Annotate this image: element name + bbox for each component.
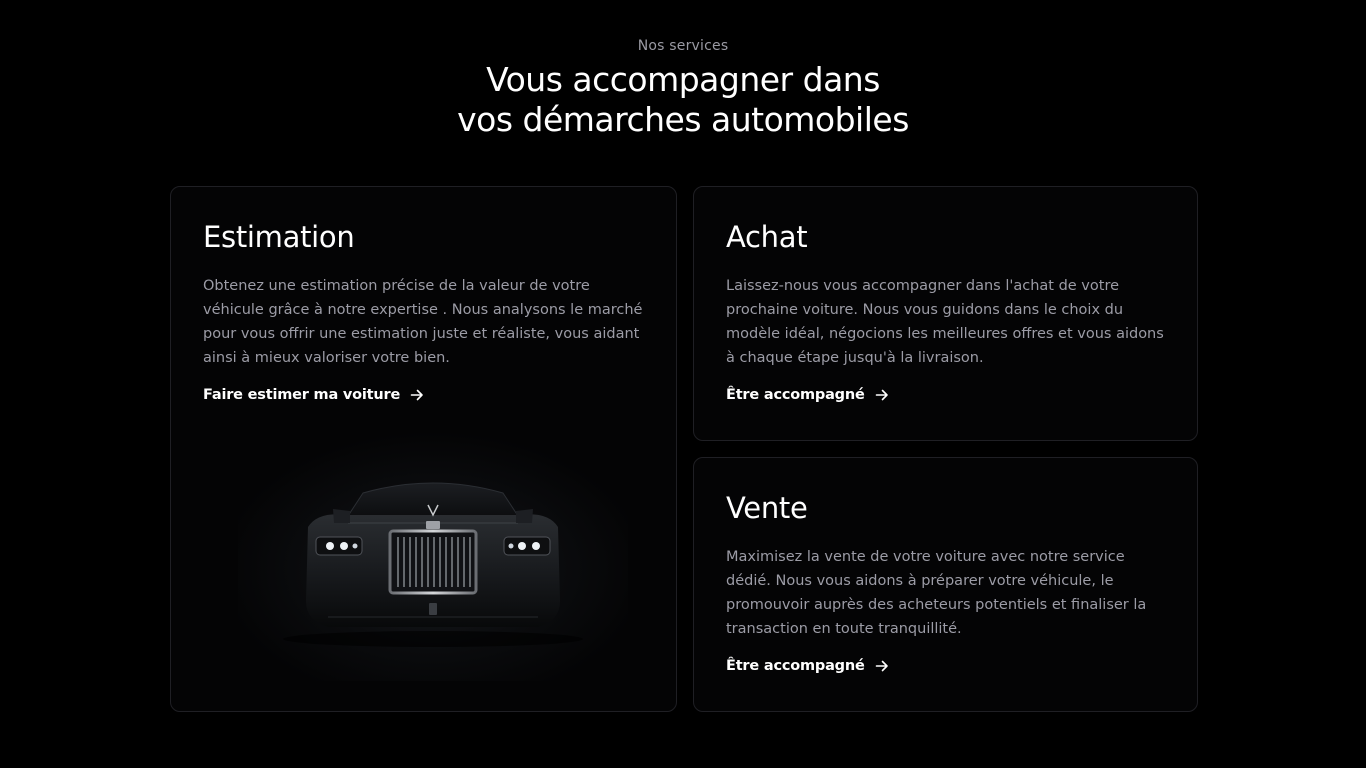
estimation-description: Obtenez une estimation précise de la val… (203, 278, 643, 366)
estimation-card: Estimation Obtenez une estimation précis… (170, 186, 677, 712)
estimation-link-label: Faire estimer ma voiture (203, 387, 401, 403)
arrow-right-icon (875, 660, 888, 672)
vente-link[interactable]: Être accompagné (726, 658, 889, 674)
section-eyebrow: Nos services (637, 38, 729, 54)
achat-link[interactable]: Être accompagné (726, 387, 889, 403)
section-title-line-1: Vous accompagner dans (486, 60, 880, 99)
vente-description: Maximisez la vente de votre voiture avec… (726, 549, 1147, 637)
section-title: Vous accompagner dans vos démarches auto… (0, 60, 1366, 140)
vente-link-label: Être accompagné (726, 658, 865, 674)
car-illustration (238, 431, 628, 681)
car-image (238, 431, 628, 681)
vente-card-content: Vente Maximisez la vente de votre voitur… (726, 488, 1167, 674)
achat-card: Achat Laissez-nous vous accompagner dans… (693, 186, 1198, 441)
achat-description: Laissez-nous vous accompagner dans l'ach… (726, 278, 1164, 366)
achat-title: Achat (726, 220, 808, 254)
estimation-link[interactable]: Faire estimer ma voiture (203, 387, 424, 403)
vente-card: Vente Maximisez la vente de votre voitur… (693, 457, 1198, 712)
arrow-right-icon (875, 389, 888, 401)
services-section: Nos services Vous accompagner dans vos d… (0, 0, 1366, 768)
estimation-title: Estimation (203, 220, 355, 254)
section-header: Nos services Vous accompagner dans vos d… (0, 36, 1366, 140)
arrow-right-icon (410, 389, 423, 401)
achat-link-label: Être accompagné (726, 387, 865, 403)
achat-card-content: Achat Laissez-nous vous accompagner dans… (726, 217, 1167, 403)
estimation-card-content: Estimation Obtenez une estimation précis… (203, 217, 646, 403)
section-title-line-2: vos démarches automobiles (457, 100, 909, 139)
vente-title: Vente (726, 491, 808, 525)
